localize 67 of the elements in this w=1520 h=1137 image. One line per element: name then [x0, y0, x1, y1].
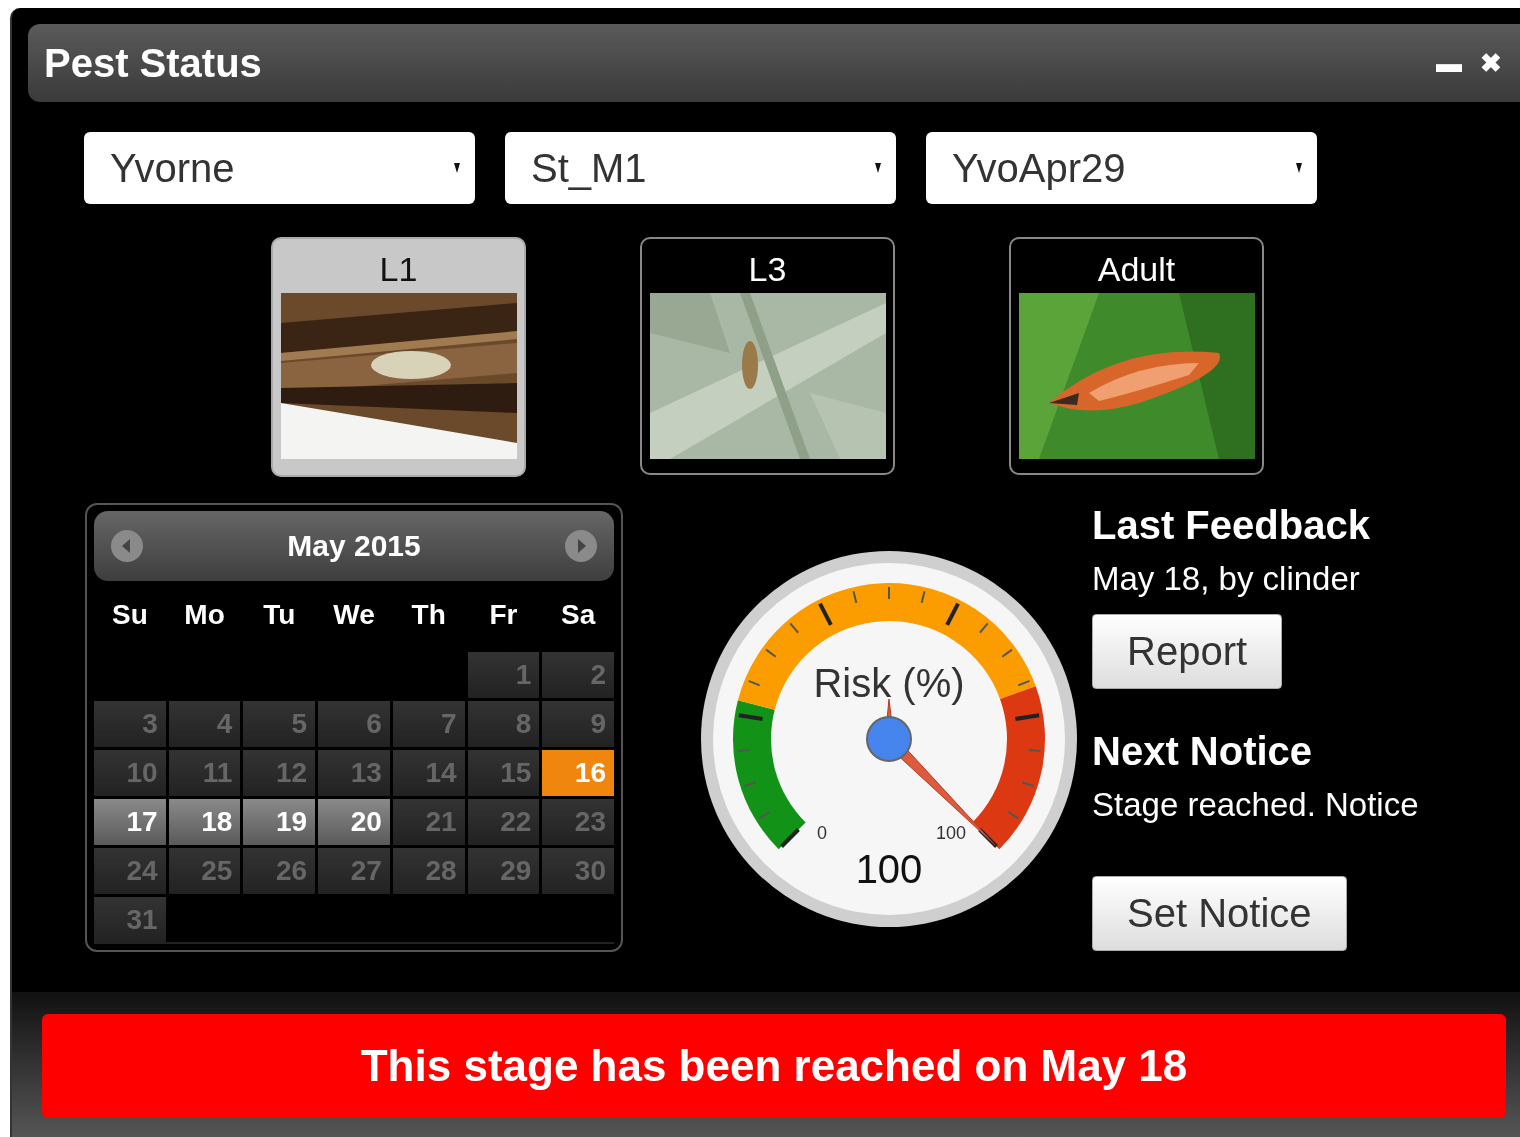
- calendar-day[interactable]: 13: [318, 750, 390, 796]
- calendar-day[interactable]: 8: [467, 701, 540, 747]
- weekday-label: Mo: [183, 598, 226, 632]
- calendar-day[interactable]: 3: [94, 701, 166, 747]
- weekday-label: Th: [410, 598, 447, 632]
- caret-icon: [874, 162, 882, 174]
- banner-text: This stage has been reached on May 18: [360, 1041, 1188, 1091]
- close-button[interactable]: ✖: [1476, 47, 1506, 79]
- dropdown[interactable]: St_M1: [505, 132, 896, 204]
- month-title: May 2015: [287, 529, 421, 563]
- gauge-max-label: 100: [936, 823, 967, 843]
- stage-card[interactable]: L3: [640, 237, 895, 475]
- calendar-day[interactable]: 31: [94, 897, 166, 943]
- calendar-day[interactable]: 21: [392, 799, 465, 845]
- calendar-day[interactable]: 27: [318, 848, 390, 894]
- weekday-label: Tu: [262, 598, 297, 632]
- calendar-day[interactable]: 24: [94, 848, 166, 894]
- previous-month-icon[interactable]: [110, 529, 144, 563]
- section-heading: Last Feedback: [1092, 503, 1370, 548]
- calendar-day[interactable]: 28: [392, 848, 465, 894]
- calendar-day[interactable]: 7: [392, 701, 465, 747]
- weekday-label: Su: [110, 598, 149, 632]
- gauge-reading: 100: [855, 847, 923, 891]
- stage-label: Adult: [1097, 249, 1176, 290]
- report-button[interactable]: Report: [1092, 614, 1283, 689]
- minimize-button[interactable]: ▬: [1432, 47, 1466, 79]
- set-notice-button[interactable]: Set Notice: [1092, 876, 1347, 951]
- calendar-day[interactable]: 10: [94, 750, 166, 796]
- window-title: Pest Status: [44, 40, 262, 86]
- weekday-label: Sa: [560, 598, 597, 632]
- stage-card[interactable]: Adult: [1009, 237, 1264, 475]
- calendar-day[interactable]: 20: [318, 799, 390, 845]
- stage-label: L1: [379, 249, 418, 290]
- next-month-icon[interactable]: [564, 529, 598, 563]
- stage-card[interactable]: L1: [271, 237, 526, 477]
- dropdown[interactable]: Yvorne: [84, 132, 475, 204]
- calendar-day[interactable]: 23: [542, 799, 614, 845]
- caret-icon: [453, 162, 461, 174]
- gauge-min-label: 0: [817, 823, 827, 843]
- calendar-day[interactable]: 19: [243, 799, 316, 845]
- calendar-day[interactable]: 26: [243, 848, 316, 894]
- calendar-day[interactable]: 16: [542, 750, 614, 796]
- caret-icon: [1295, 162, 1303, 174]
- notice-text: Stage reached. Notice: [1092, 786, 1419, 824]
- feedback-text: May 18, by clinder: [1092, 560, 1360, 598]
- calendar-day[interactable]: 12: [243, 750, 316, 796]
- calendar-day[interactable]: 17: [94, 799, 166, 845]
- calendar-day[interactable]: 11: [168, 750, 241, 796]
- calendar-day[interactable]: 22: [467, 799, 540, 845]
- calendar-day[interactable]: 30: [542, 848, 614, 894]
- weekday-label: Fr: [488, 598, 519, 632]
- calendar-day[interactable]: 9: [542, 701, 614, 747]
- calendar-day[interactable]: 1: [467, 652, 540, 698]
- calendar-day[interactable]: 15: [467, 750, 540, 796]
- calendar-day[interactable]: 18: [168, 799, 241, 845]
- weekday-label: We: [332, 598, 376, 632]
- calendar-day[interactable]: 5: [243, 701, 316, 747]
- dropdown[interactable]: YvoApr29: [926, 132, 1317, 204]
- calendar-day[interactable]: 29: [467, 848, 540, 894]
- calendar-day[interactable]: 14: [392, 750, 465, 796]
- section-heading: Next Notice: [1092, 729, 1313, 774]
- stage-label: L3: [748, 249, 787, 290]
- calendar-day[interactable]: 25: [168, 848, 241, 894]
- calendar-day[interactable]: 6: [318, 701, 390, 747]
- gauge-label: Risk (%): [813, 661, 965, 705]
- calendar-day[interactable]: 4: [168, 701, 241, 747]
- calendar-day[interactable]: 2: [542, 652, 614, 698]
